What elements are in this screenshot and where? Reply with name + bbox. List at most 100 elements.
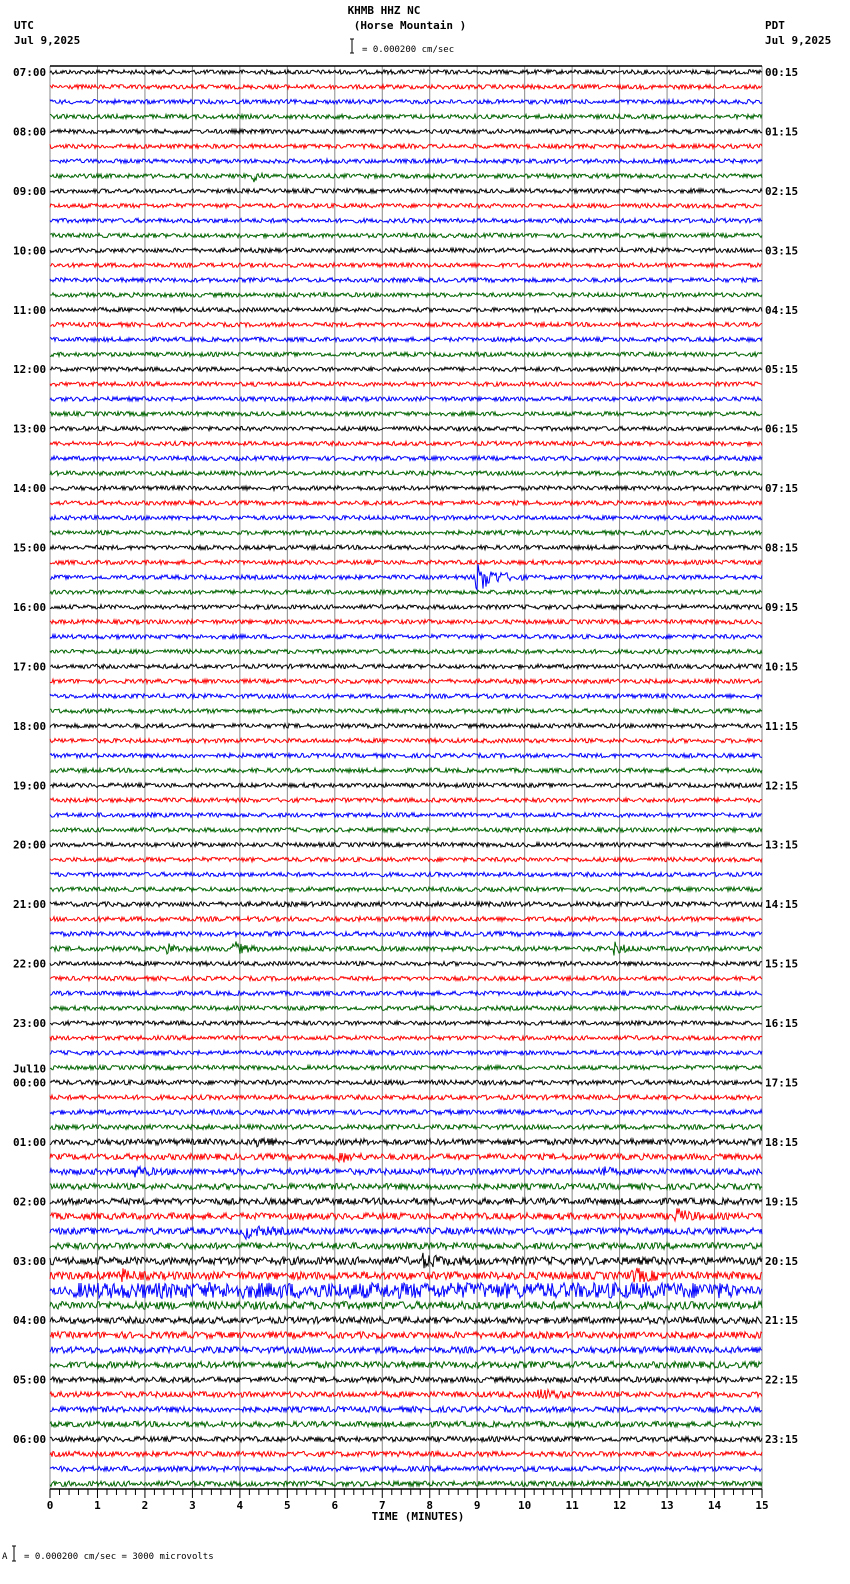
seismic-trace	[49, 1063, 763, 1072]
utc-hour-label: 22:00	[13, 958, 46, 971]
seismic-trace	[49, 692, 763, 701]
utc-hour-label: 12:00	[13, 363, 46, 376]
left-timezone: UTC	[14, 19, 34, 32]
seismic-trace	[49, 811, 763, 819]
seismic-trace	[49, 855, 763, 864]
x-tick-label: 2	[142, 1499, 149, 1512]
seismic-trace	[49, 409, 763, 418]
utc-hour-label: 09:00	[13, 185, 46, 198]
x-tick-label: 12	[613, 1499, 626, 1512]
seismic-trace	[49, 543, 763, 552]
seismic-trace	[49, 469, 763, 478]
utc-hour-label: 08:00	[13, 125, 46, 138]
seismic-trace	[49, 929, 763, 939]
seismic-trace	[49, 1345, 763, 1355]
seismic-trace	[49, 736, 763, 745]
seismic-trace	[49, 751, 763, 760]
pdt-hour-label: 12:15	[765, 779, 798, 792]
pdt-hour-label: 00:15	[765, 66, 798, 79]
right-date: Jul 9,2025	[765, 34, 831, 47]
pdt-hour-label: 20:15	[765, 1255, 798, 1268]
seismic-trace	[49, 825, 763, 834]
pdt-hour-label: 22:15	[765, 1374, 798, 1387]
seismic-trace	[49, 781, 763, 790]
helicorder-chart: KHMB HHZ NC (Horse Mountain ) = 0.000200…	[2, 4, 831, 1562]
x-tick-label: 6	[331, 1499, 338, 1512]
pdt-hour-label: 19:15	[765, 1195, 798, 1208]
utc-hour-label: 18:00	[13, 720, 46, 733]
left-date: Jul 9,2025	[14, 34, 80, 47]
seismic-trace	[49, 840, 763, 849]
seismic-trace	[49, 959, 763, 968]
seismic-trace	[49, 588, 763, 597]
utc-hour-label: 11:00	[13, 304, 46, 317]
seismic-trace	[49, 201, 763, 210]
seismic-trace	[49, 1479, 763, 1489]
seismic-trace	[49, 1387, 763, 1400]
utc-hour-label: 13:00	[13, 423, 46, 436]
seismic-trace	[49, 82, 763, 91]
utc-hour-label: 10:00	[13, 244, 46, 257]
pdt-hour-label: 09:15	[765, 601, 798, 614]
seismic-trace	[49, 721, 763, 730]
utc-hour-label: 05:00	[13, 1374, 46, 1387]
seismic-trace	[49, 528, 763, 537]
seismic-trace	[49, 1404, 762, 1415]
seismic-trace	[49, 617, 763, 626]
traces	[49, 68, 763, 1489]
seismic-trace	[49, 870, 763, 879]
pdt-hour-label: 06:15	[765, 423, 798, 436]
seismic-trace	[49, 498, 763, 507]
seismic-trace	[50, 290, 763, 299]
seismic-trace	[49, 1122, 763, 1132]
utc-hour-label: 14:00	[13, 482, 46, 495]
seismic-trace	[49, 484, 763, 493]
seismic-trace	[49, 941, 763, 956]
seismic-trace	[49, 1267, 763, 1283]
seismic-trace	[49, 1464, 763, 1474]
pdt-hour-label: 18:15	[765, 1136, 798, 1149]
seismic-trace	[49, 662, 763, 671]
seismic-trace	[49, 766, 763, 775]
x-axis-label: TIME (MINUTES)	[372, 1510, 465, 1523]
seismic-trace	[49, 1359, 763, 1370]
pdt-hour-label: 17:15	[765, 1076, 798, 1089]
station-location: (Horse Mountain )	[354, 19, 467, 32]
seismic-trace	[49, 1004, 763, 1013]
seismic-trace	[49, 186, 763, 195]
pdt-hour-label: 14:15	[765, 898, 798, 911]
x-tick-label: 5	[284, 1499, 291, 1512]
seismic-trace	[49, 796, 763, 804]
seismic-trace	[49, 1225, 763, 1241]
seismic-trace	[49, 1419, 763, 1429]
seismic-trace	[49, 513, 763, 522]
x-tick-label: 10	[518, 1499, 531, 1512]
utc-hour-label: 03:00	[13, 1255, 46, 1268]
seismic-trace	[49, 424, 763, 433]
scale-label: = 0.000200 cm/sec	[362, 45, 454, 55]
utc-hour-label: 00:00	[13, 1076, 46, 1089]
pdt-hour-label: 15:15	[765, 958, 798, 971]
x-axis: 0 1 2 3 4 5 6 7 8 9 10 11 12 13 14 15	[47, 1488, 769, 1512]
seismic-trace	[49, 305, 763, 314]
utc-hour-label: 16:00	[13, 601, 46, 614]
pdt-hour-label: 02:15	[765, 185, 798, 198]
footer-mark: A	[2, 1552, 8, 1562]
pdt-hour-label: 16:15	[765, 1017, 798, 1030]
seismic-trace	[49, 1315, 763, 1326]
pdt-hour-label: 21:15	[765, 1314, 798, 1327]
x-tick-label: 14	[708, 1499, 722, 1512]
seismic-trace	[49, 914, 763, 924]
utc-hour-label: 23:00	[13, 1017, 46, 1030]
seismic-trace	[49, 1434, 763, 1444]
utc-hour-label: 20:00	[13, 839, 46, 852]
seismic-trace	[49, 1048, 763, 1057]
utc-hour-label: 07:00	[13, 66, 46, 79]
seismic-trace	[49, 885, 763, 894]
utc-hour-label: 21:00	[13, 898, 46, 911]
seismic-trace	[49, 157, 763, 166]
utc-hour-label: 06:00	[13, 1433, 46, 1446]
seismic-trace	[49, 246, 763, 255]
x-tick-label: 3	[189, 1499, 196, 1512]
pdt-hour-label: 11:15	[765, 720, 798, 733]
